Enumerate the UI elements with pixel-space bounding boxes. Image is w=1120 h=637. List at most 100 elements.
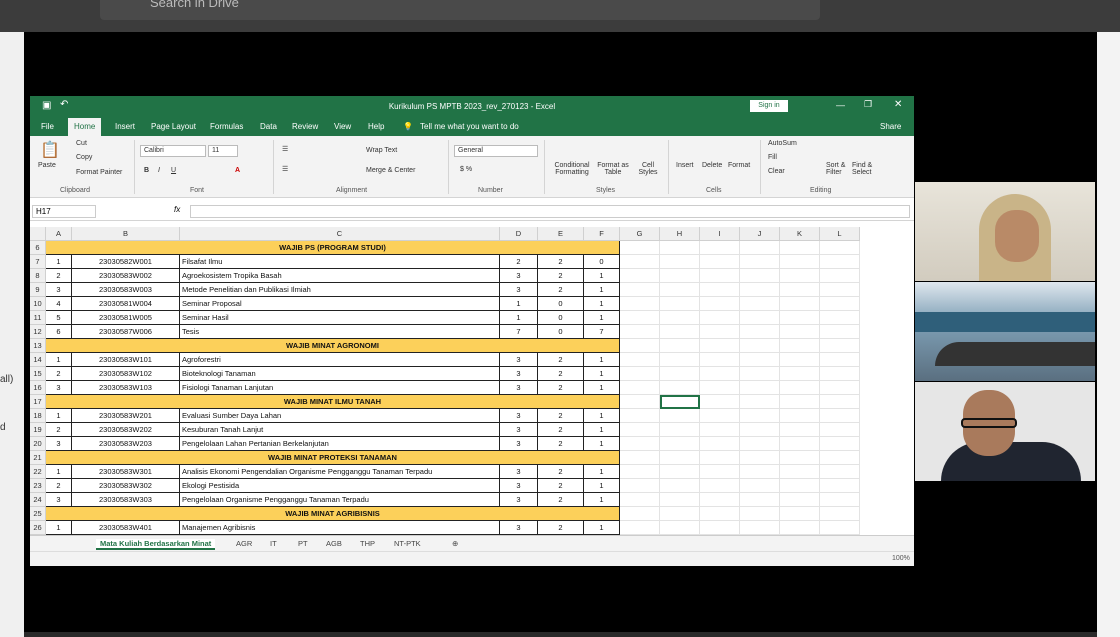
table-cell-f[interactable]: 1: [584, 479, 620, 493]
table-cell-code[interactable]: 23030587W006: [72, 325, 180, 339]
table-cell-course[interactable]: Ekologi Pestisida: [180, 479, 500, 493]
empty-cell[interactable]: [620, 479, 660, 493]
format-painter-button[interactable]: Format Painter: [76, 169, 122, 176]
merge-center-button[interactable]: Merge & Center: [366, 167, 415, 174]
row-header[interactable]: 22: [30, 465, 46, 479]
empty-cell[interactable]: [820, 423, 860, 437]
share-button[interactable]: Share: [880, 122, 901, 131]
table-cell-f[interactable]: 1: [584, 311, 620, 325]
empty-cell[interactable]: [740, 255, 780, 269]
table-cell-f[interactable]: 7: [584, 325, 620, 339]
empty-cell[interactable]: [740, 451, 780, 465]
table-cell-no[interactable]: 1: [46, 255, 72, 269]
table-cell-e[interactable]: 2: [538, 479, 584, 493]
empty-cell[interactable]: [740, 353, 780, 367]
table-cell-course[interactable]: Kesuburan Tanah Lanjut: [180, 423, 500, 437]
table-cell-e[interactable]: 2: [538, 283, 584, 297]
empty-cell[interactable]: [820, 493, 860, 507]
fx-icon[interactable]: fx: [174, 205, 180, 214]
participant-video-woman[interactable]: [915, 182, 1095, 281]
align-top-icon[interactable]: ☰: [282, 145, 288, 153]
drive-search-input[interactable]: Search in Drive: [100, 0, 820, 20]
table-cell-course[interactable]: Pengelolaan Lahan Pertanian Berkelanjuta…: [180, 437, 500, 451]
column-header[interactable]: F: [584, 227, 620, 241]
empty-cell[interactable]: [780, 507, 820, 521]
empty-cell[interactable]: [620, 521, 660, 535]
empty-cell[interactable]: [820, 297, 860, 311]
empty-cell[interactable]: [620, 493, 660, 507]
row-header[interactable]: 19: [30, 423, 46, 437]
empty-cell[interactable]: [740, 381, 780, 395]
row-header[interactable]: 17: [30, 395, 46, 409]
table-cell-code[interactable]: 23030583W302: [72, 479, 180, 493]
format-as-table-button[interactable]: Format as Table: [594, 162, 632, 176]
empty-cell[interactable]: [820, 395, 860, 409]
zoom-level[interactable]: 100%: [892, 555, 910, 562]
empty-cell[interactable]: [700, 255, 740, 269]
empty-cell[interactable]: [740, 297, 780, 311]
sort-filter-button[interactable]: Sort & Filter: [826, 162, 848, 176]
copy-button[interactable]: Copy: [76, 154, 92, 161]
select-all-corner[interactable]: [30, 227, 46, 241]
empty-cell[interactable]: [780, 395, 820, 409]
table-cell-code[interactable]: 23030582W001: [72, 255, 180, 269]
row-header[interactable]: 11: [30, 311, 46, 325]
column-header[interactable]: L: [820, 227, 860, 241]
empty-cell[interactable]: [820, 409, 860, 423]
empty-cell[interactable]: [620, 283, 660, 297]
table-cell-no[interactable]: 3: [46, 493, 72, 507]
format-cells-button[interactable]: Format: [728, 162, 750, 169]
tab-review[interactable]: Review: [292, 122, 318, 131]
empty-cell[interactable]: [660, 269, 700, 283]
empty-cell[interactable]: [820, 325, 860, 339]
align-left-icon[interactable]: ☰: [282, 165, 288, 173]
empty-cell[interactable]: [660, 241, 700, 255]
close-icon[interactable]: ✕: [894, 99, 902, 110]
empty-cell[interactable]: [700, 283, 740, 297]
empty-cell[interactable]: [620, 297, 660, 311]
table-cell-code[interactable]: 23030583W002: [72, 269, 180, 283]
empty-cell[interactable]: [780, 325, 820, 339]
table-cell-code[interactable]: 23030583W102: [72, 367, 180, 381]
empty-cell[interactable]: [780, 311, 820, 325]
table-cell-code[interactable]: 23030581W004: [72, 297, 180, 311]
row-header[interactable]: 16: [30, 381, 46, 395]
table-cell-f[interactable]: 1: [584, 409, 620, 423]
row-header[interactable]: 18: [30, 409, 46, 423]
empty-cell[interactable]: [780, 297, 820, 311]
empty-cell[interactable]: [700, 423, 740, 437]
table-cell-course[interactable]: Filsafat Ilmu: [180, 255, 500, 269]
tab-page-layout[interactable]: Page Layout: [151, 122, 196, 131]
empty-cell[interactable]: [700, 409, 740, 423]
table-cell-d[interactable]: 7: [500, 325, 538, 339]
empty-cell[interactable]: [660, 465, 700, 479]
tab-help[interactable]: Help: [368, 122, 384, 131]
section-header-cell[interactable]: WAJIB MINAT AGRONOMI: [46, 339, 620, 353]
empty-cell[interactable]: [660, 381, 700, 395]
empty-cell[interactable]: [740, 493, 780, 507]
empty-cell[interactable]: [620, 255, 660, 269]
empty-cell[interactable]: [780, 423, 820, 437]
delete-cells-button[interactable]: Delete: [702, 162, 722, 169]
empty-cell[interactable]: [740, 437, 780, 451]
empty-cell[interactable]: [660, 451, 700, 465]
empty-cell[interactable]: [780, 381, 820, 395]
empty-cell[interactable]: [660, 283, 700, 297]
empty-cell[interactable]: [660, 423, 700, 437]
empty-cell[interactable]: [820, 269, 860, 283]
sheet-tab[interactable]: THP: [360, 539, 375, 548]
clear-button[interactable]: Clear: [768, 168, 785, 175]
row-header[interactable]: 6: [30, 241, 46, 255]
table-cell-no[interactable]: 1: [46, 353, 72, 367]
empty-cell[interactable]: [700, 297, 740, 311]
table-cell-course[interactable]: Seminar Hasil: [180, 311, 500, 325]
participant-video-room[interactable]: [915, 282, 1095, 381]
table-cell-d[interactable]: 3: [500, 353, 538, 367]
table-cell-d[interactable]: 3: [500, 437, 538, 451]
empty-cell[interactable]: [620, 437, 660, 451]
table-cell-e[interactable]: 2: [538, 423, 584, 437]
empty-cell[interactable]: [620, 269, 660, 283]
table-cell-d[interactable]: 1: [500, 297, 538, 311]
table-cell-e[interactable]: 2: [538, 269, 584, 283]
row-header[interactable]: 12: [30, 325, 46, 339]
